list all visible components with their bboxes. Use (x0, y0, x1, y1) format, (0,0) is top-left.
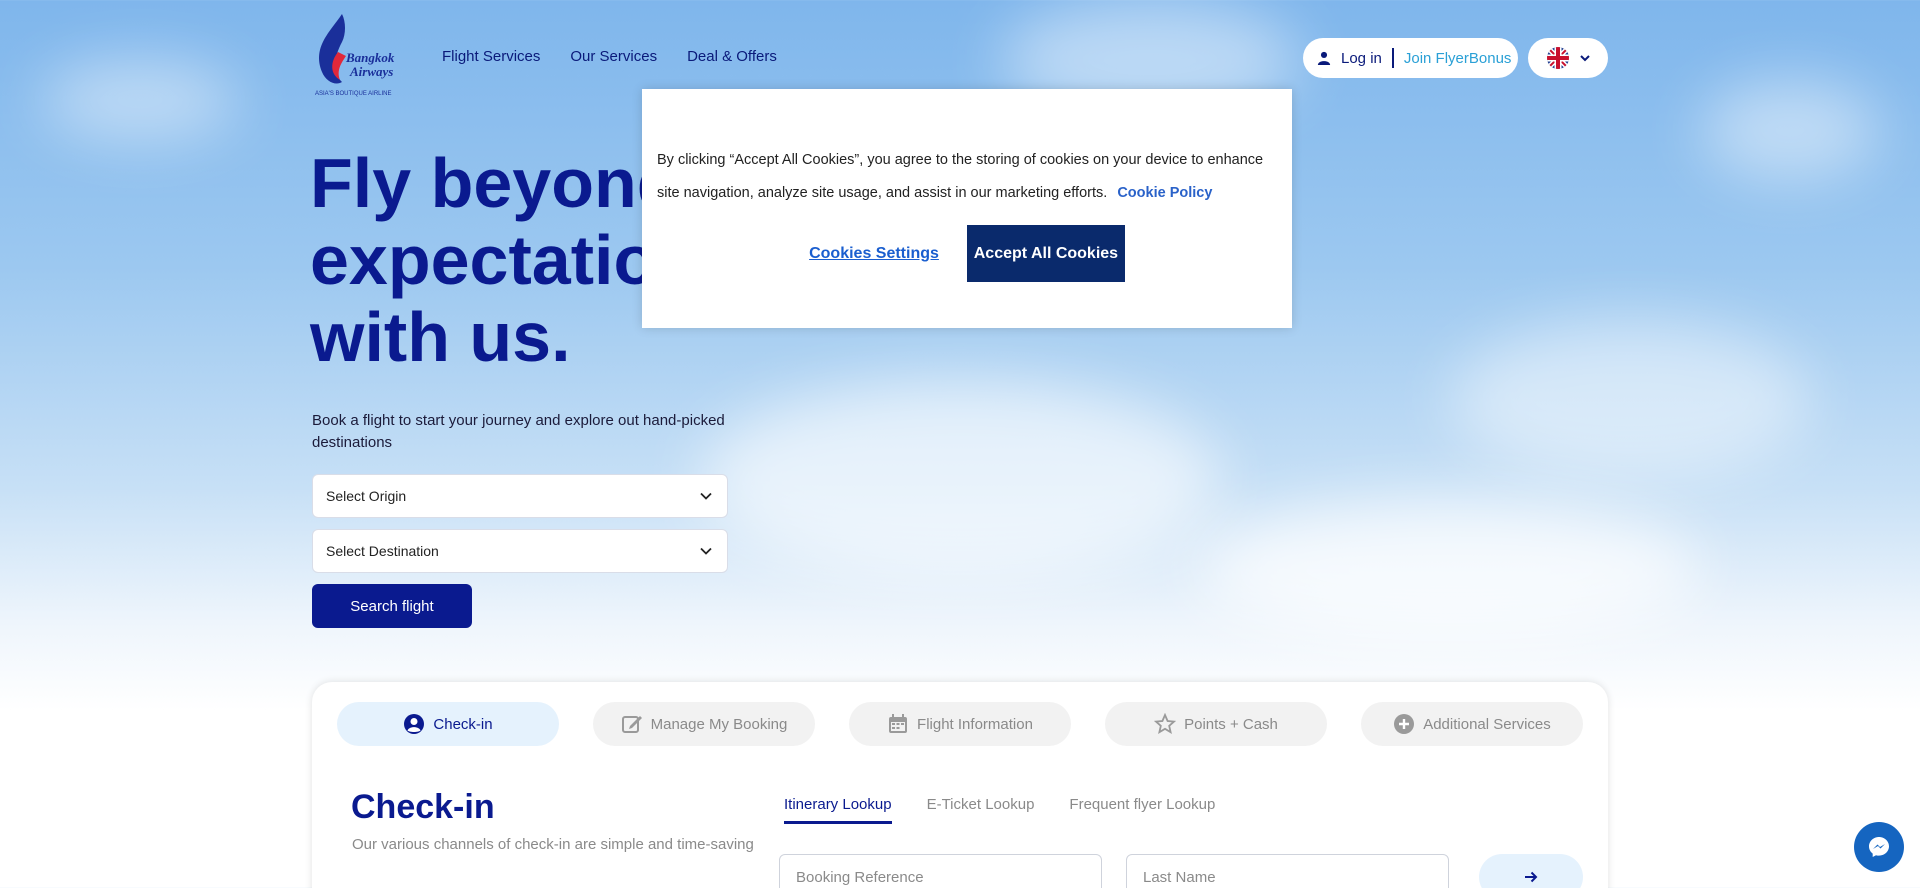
destination-select-value: Select Destination (326, 543, 439, 559)
bangkok-airways-logo[interactable]: Bangkok Airways ASIA'S BOUTIQUE AIRLINE (312, 12, 396, 102)
subtab-itinerary-lookup[interactable]: Itinerary Lookup (784, 796, 892, 824)
arrow-right-icon (1525, 871, 1538, 883)
main-nav: Flight Services Our Services Deal & Offe… (442, 48, 777, 65)
chevron-down-icon (700, 547, 712, 555)
star-icon (1154, 713, 1177, 735)
nav-our-services[interactable]: Our Services (570, 48, 657, 65)
lookup-subtabs: Itinerary Lookup E-Ticket Lookup Frequen… (784, 796, 1215, 824)
tab-check-in-label: Check-in (433, 715, 493, 733)
user-circle-icon (404, 714, 425, 734)
booking-reference-input[interactable] (796, 868, 1085, 886)
origin-select-value: Select Origin (326, 488, 407, 504)
accept-all-cookies-button[interactable]: Accept All Cookies (966, 225, 1125, 282)
chevron-down-icon (700, 492, 712, 500)
booking-reference-field (779, 854, 1102, 888)
tab-manage-my-booking[interactable]: Manage My Booking (593, 702, 815, 746)
last-name-input[interactable] (1143, 868, 1432, 886)
destination-select[interactable]: Select Destination (312, 529, 728, 573)
account-pill: Log in Join FlyerBonus (1303, 38, 1518, 78)
user-icon (1317, 51, 1331, 65)
services-tabs: Check-in Manage My Booking Flight Inform… (337, 702, 1583, 746)
hero-subtitle: Book a flight to start your journey and … (312, 412, 725, 451)
tab-additional-services[interactable]: Additional Services (1361, 702, 1583, 746)
tab-flight-information[interactable]: Flight Information (849, 702, 1071, 746)
join-flyerbonus-link[interactable]: Join FlyerBonus (1404, 50, 1512, 67)
account-divider (1391, 48, 1394, 68)
uk-flag-icon (1547, 47, 1569, 69)
login-link[interactable]: Log in (1341, 50, 1382, 67)
last-name-field (1126, 854, 1449, 888)
language-selector[interactable] (1528, 38, 1608, 78)
nav-flight-services[interactable]: Flight Services (442, 48, 540, 65)
lookup-submit-button[interactable] (1479, 854, 1583, 888)
tab-additional-services-label: Additional Services (1423, 715, 1551, 733)
check-in-title: Check-in (351, 788, 495, 826)
calendar-icon (889, 714, 908, 733)
tab-points-cash[interactable]: Points + Cash (1105, 702, 1327, 746)
cookies-settings-button[interactable]: Cookies Settings (809, 245, 939, 263)
logo-line-2: Airways (349, 64, 393, 79)
cookie-message: By clicking “Accept All Cookies”, you ag… (657, 144, 1277, 210)
tab-flight-information-label: Flight Information (917, 715, 1033, 733)
origin-select[interactable]: Select Origin (312, 474, 728, 518)
messenger-chat-button[interactable] (1854, 822, 1904, 872)
edit-icon (621, 716, 642, 733)
cookie-consent-dialog: By clicking “Accept All Cookies”, you ag… (642, 89, 1292, 328)
chevron-down-icon (1580, 55, 1590, 62)
logo-flame-icon: Bangkok Airways (319, 14, 395, 84)
plus-circle-icon (1394, 714, 1415, 734)
logo-line-1: Bangkok (345, 50, 395, 65)
check-in-subtitle: Our various channels of check-in are sim… (352, 836, 754, 853)
messenger-icon (1869, 837, 1889, 857)
subtab-frequent-flyer-lookup[interactable]: Frequent flyer Lookup (1069, 796, 1215, 824)
tab-points-cash-label: Points + Cash (1184, 715, 1278, 733)
cookie-actions: Cookies Settings Accept All Cookies (642, 225, 1292, 282)
subtab-e-ticket-lookup[interactable]: E-Ticket Lookup (927, 796, 1035, 824)
search-flight-button[interactable]: Search flight (312, 584, 472, 628)
nav-deal-offers[interactable]: Deal & Offers (687, 48, 777, 65)
cookie-policy-link[interactable]: Cookie Policy (1117, 185, 1212, 201)
logo-tagline: ASIA'S BOUTIQUE AIRLINE (315, 91, 392, 97)
services-card: Check-in Manage My Booking Flight Inform… (312, 682, 1608, 888)
tab-check-in[interactable]: Check-in (337, 702, 559, 746)
tab-manage-my-booking-label: Manage My Booking (650, 715, 788, 733)
